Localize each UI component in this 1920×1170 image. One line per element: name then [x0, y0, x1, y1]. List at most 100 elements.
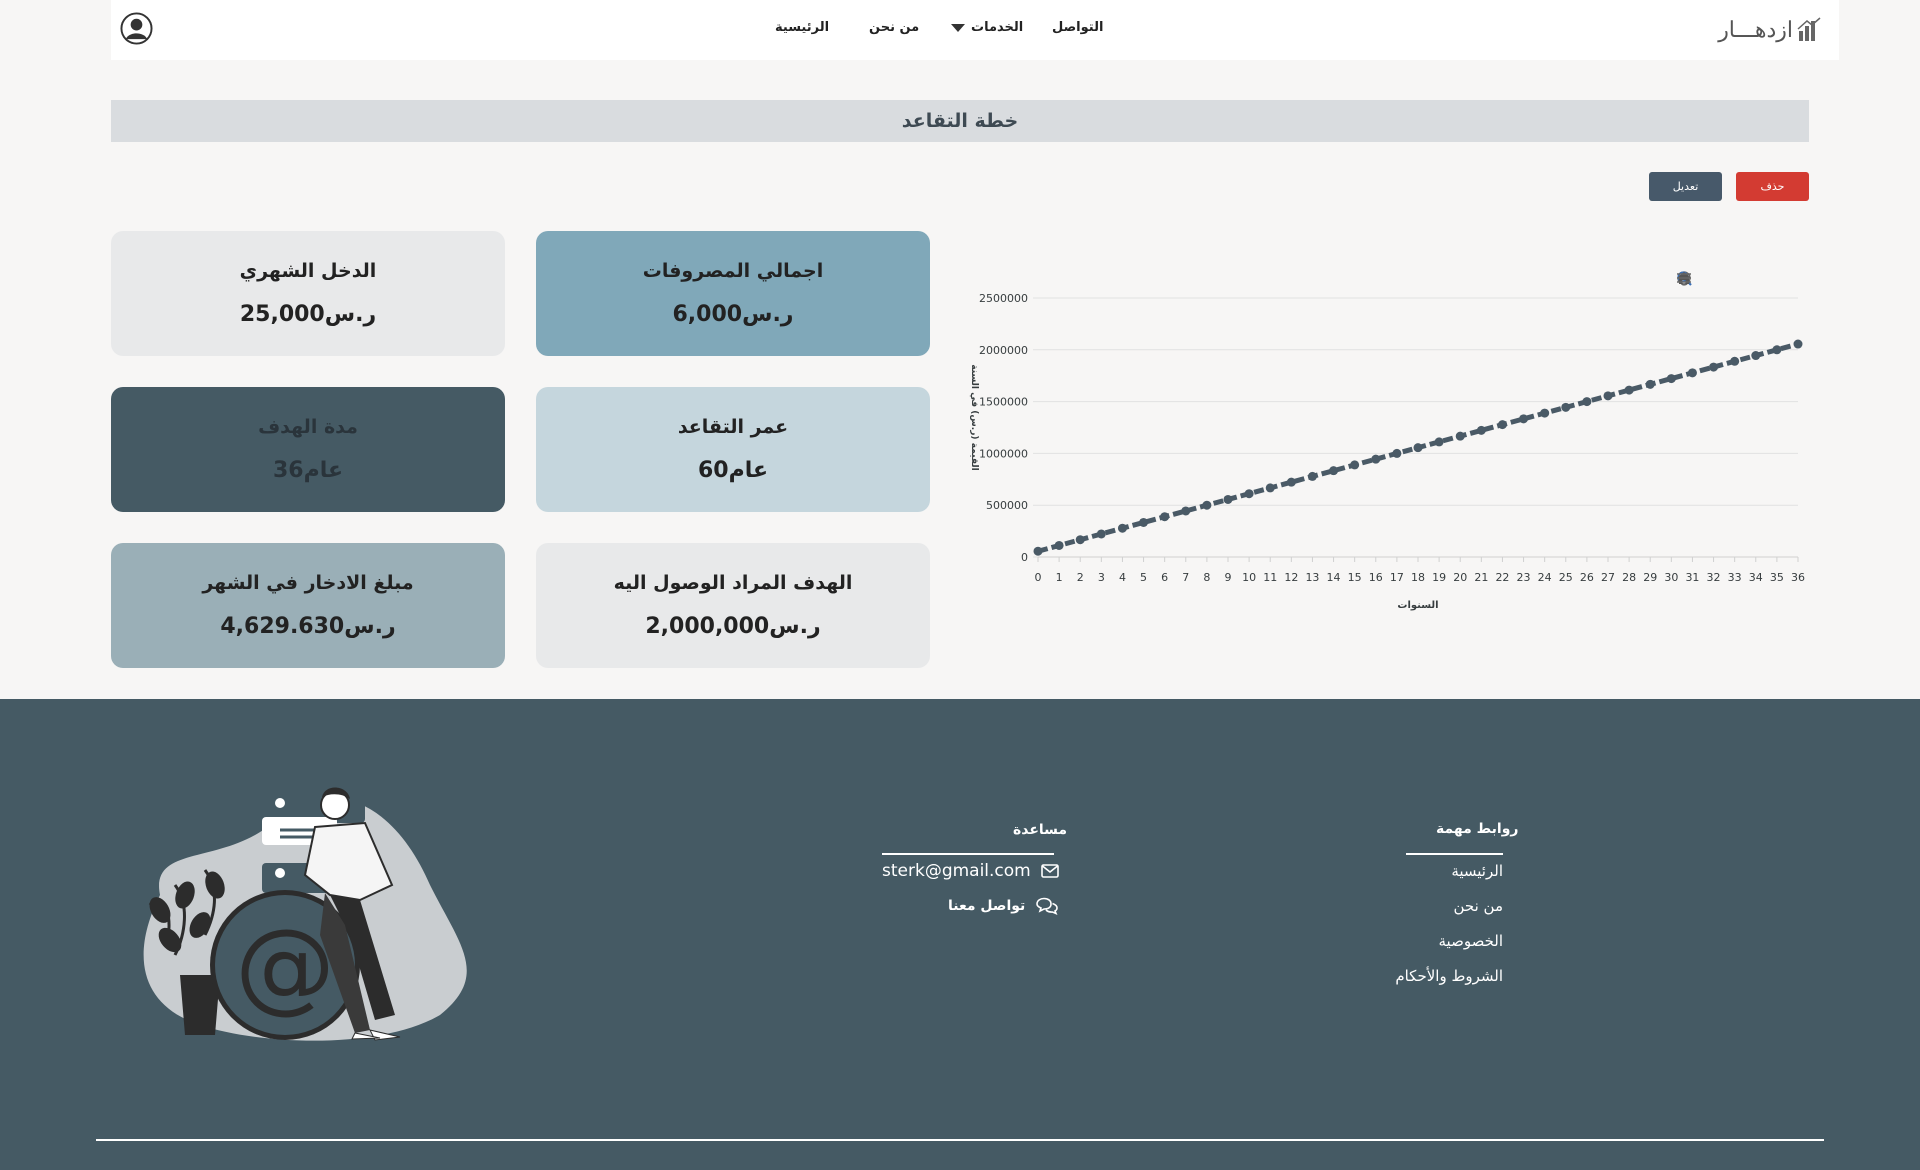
savings-chart: 0 500000 1000000 1500000 2000000 2500000 0 1 2 3 4… [960, 260, 1820, 620]
card-total-expenses: اجمالي المصروفات 6,000ر.س [536, 231, 930, 356]
data-point [1624, 385, 1634, 395]
y-tick-label: 1500000 [979, 396, 1028, 409]
y-axis-title: القيمة (ر.س) في السنة [969, 364, 979, 471]
x-tick-label: 15 [1348, 571, 1362, 584]
nav-services[interactable]: الخدمات [951, 20, 1023, 35]
x-tick-label: 16 [1369, 571, 1383, 584]
x-tick-label: 9 [1225, 571, 1232, 584]
x-tick-label: 23 [1517, 571, 1531, 584]
data-point [1329, 466, 1339, 476]
data-point [1751, 351, 1761, 361]
x-tick-label: 14 [1327, 571, 1341, 584]
x-tick-label: 17 [1390, 571, 1404, 584]
data-point [1054, 540, 1064, 550]
x-tick-label: 28 [1622, 571, 1636, 584]
data-point [1455, 431, 1465, 441]
data-point [1350, 460, 1360, 470]
x-tick-label: 27 [1601, 571, 1615, 584]
card-label: اجمالي المصروفات [642, 260, 824, 282]
data-point [1096, 529, 1106, 539]
card-target-duration: مدة الهدف 36عام [111, 387, 505, 512]
footer-link-terms[interactable]: الشروط والأحكام [1395, 967, 1503, 985]
x-tick-label: 19 [1432, 571, 1446, 584]
card-value: 36عام [272, 458, 344, 483]
menu-icon[interactable] [1676, 270, 1692, 286]
card-monthly-income: الدخل الشهري 25,000ر.س [111, 231, 505, 356]
logo-text: ازدهـــار [1718, 17, 1793, 43]
footer-contact-us: تواصل معنا [948, 898, 1026, 914]
data-point [1075, 535, 1085, 545]
x-tick-label: 3 [1098, 571, 1105, 584]
card-value: 60عام [697, 458, 769, 483]
data-point [1793, 339, 1803, 349]
x-tick-label: 12 [1284, 571, 1298, 584]
data-point [1687, 368, 1697, 378]
x-axis-title: السنوات [1397, 600, 1438, 611]
top-navbar: الرئيسية من نحن الخدمات التواصل ازدهـــا… [111, 0, 1839, 60]
card-label: الدخل الشهري [239, 260, 377, 282]
x-tick-label: 35 [1770, 571, 1784, 584]
x-tick-label: 33 [1728, 571, 1742, 584]
footer-link-about[interactable]: من نحن [1454, 897, 1504, 915]
card-monthly-saving: مبلغ الادخار في الشهر 4,629.630ر.س [111, 543, 505, 668]
x-tick-label: 0 [1035, 571, 1042, 584]
x-tick-label: 31 [1685, 571, 1699, 584]
data-point [1519, 414, 1529, 424]
card-value: 2,000,000ر.س [645, 614, 821, 639]
footer-help-title: مساعدة [1013, 822, 1068, 838]
data-point [1117, 523, 1127, 533]
x-tick-label: 4 [1119, 571, 1126, 584]
x-tick-label: 30 [1664, 571, 1678, 584]
y-tick-label: 1000000 [979, 447, 1028, 460]
x-tick-label: 29 [1643, 571, 1657, 584]
delete-button[interactable]: حذف [1736, 172, 1809, 201]
data-point [1160, 512, 1170, 522]
y-tick-label: 2500000 [979, 292, 1028, 305]
x-tick-label: 36 [1791, 571, 1805, 584]
caret-down-icon [951, 23, 965, 32]
x-tick-label: 1 [1056, 571, 1063, 584]
nav-services-label: الخدمات [971, 20, 1024, 35]
nav-contact[interactable]: التواصل [1052, 20, 1103, 35]
brand-logo[interactable]: ازدهـــار [1718, 12, 1821, 48]
nav-home[interactable]: الرئيسية [775, 20, 829, 35]
x-tick-label: 25 [1559, 571, 1573, 584]
data-point [1476, 425, 1486, 435]
card-value: 4,629.630ر.س [220, 614, 396, 639]
x-tick-label: 6 [1161, 571, 1168, 584]
nav-about[interactable]: من نحن [869, 20, 919, 35]
email-contact-illustration: @ [143, 787, 467, 1041]
data-point [1582, 397, 1592, 407]
data-point [1497, 420, 1507, 430]
card-retirement-age: عمر التقاعد 60عام [536, 387, 930, 512]
x-tick-label: 22 [1495, 571, 1509, 584]
card-label: الهدف المراد الوصول اليه [613, 572, 853, 594]
page-title: خطة التقاعد [901, 110, 1019, 132]
edit-button[interactable]: تعديل [1649, 172, 1722, 201]
footer-bottom-divider [96, 1139, 1824, 1141]
y-tick-label: 500000 [986, 499, 1028, 512]
footer-links-divider [1406, 853, 1503, 855]
x-tick-label: 32 [1707, 571, 1721, 584]
chat-bubbles-icon [1036, 897, 1059, 915]
footer-email: sterk@gmail.com [882, 861, 1031, 881]
x-tick-label: 7 [1182, 571, 1189, 584]
footer-contact-us-link[interactable]: تواصل معنا [948, 897, 1059, 915]
card-label: مبلغ الادخار في الشهر [202, 572, 414, 594]
data-point [1603, 391, 1613, 401]
x-tick-label: 10 [1242, 571, 1256, 584]
page-title-bar: خطة التقاعد [111, 100, 1809, 142]
svg-text:@: @ [235, 907, 335, 1024]
x-tick-label: 8 [1203, 571, 1210, 584]
x-tick-label: 34 [1749, 571, 1763, 584]
footer-link-privacy[interactable]: الخصوصية [1439, 932, 1503, 950]
footer-help-divider [882, 853, 1054, 855]
y-tick-label: 2000000 [979, 344, 1028, 357]
data-point [1730, 356, 1740, 366]
footer-link-home[interactable]: الرئيسية [1451, 862, 1503, 880]
card-label: مدة الهدف [258, 416, 358, 438]
data-point [1645, 379, 1655, 389]
footer-email-link[interactable]: sterk@gmail.com [882, 861, 1059, 881]
data-point [1413, 443, 1423, 453]
data-point [1561, 402, 1571, 412]
